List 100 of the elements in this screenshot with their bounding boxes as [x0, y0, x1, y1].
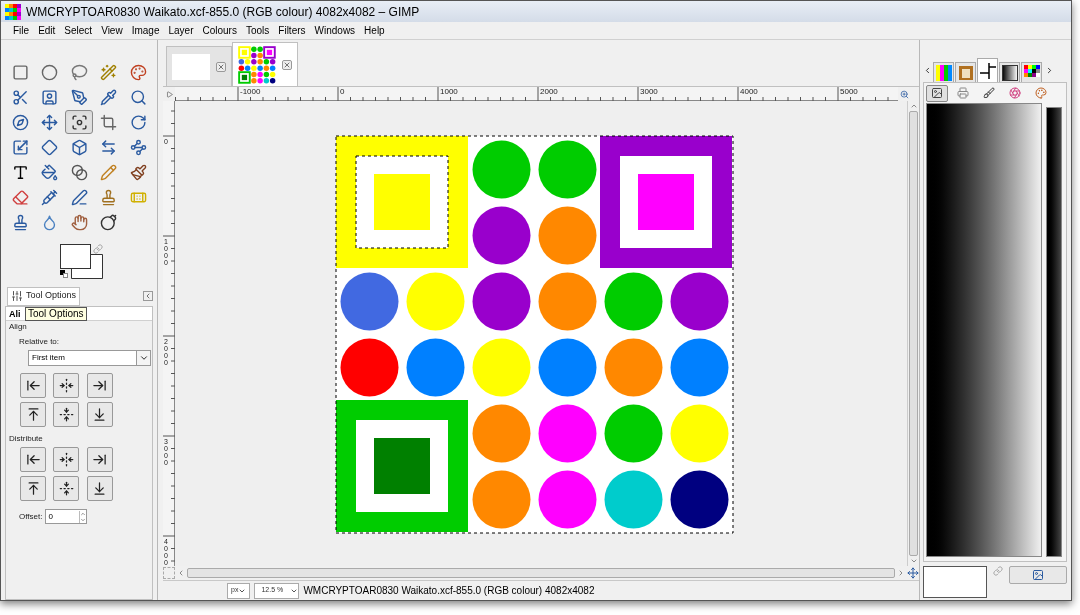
paintbrush-icon — [129, 163, 147, 181]
navigate-icon[interactable] — [907, 567, 919, 579]
fold-horizontal-icon — [58, 378, 74, 393]
close-icon — [217, 62, 225, 71]
tool-options-tab[interactable]: Tool Options — [7, 286, 81, 306]
align-button[interactable] — [20, 373, 46, 398]
menu-item[interactable]: Colours — [202, 23, 237, 38]
menu-item[interactable]: Layer — [168, 23, 194, 38]
menu-item[interactable]: Image — [131, 23, 160, 38]
scrollbar-thumb[interactable] — [909, 111, 918, 556]
field-label: Offset: — [19, 510, 43, 523]
menu-item[interactable]: File — [13, 23, 30, 38]
section-label: Align — [8, 321, 28, 333]
left-right-arrow-icon — [100, 138, 118, 156]
magic-wand-icon — [100, 63, 118, 81]
ruler-label: 1000 — [440, 87, 458, 96]
diamond-icon — [41, 138, 59, 156]
align-button[interactable] — [86, 476, 113, 501]
caret-icon — [138, 353, 149, 363]
ruler-label: 3000 — [640, 87, 658, 96]
dock-tab[interactable] — [977, 58, 998, 82]
menu-item[interactable]: Help — [364, 23, 385, 38]
sliders-icon — [11, 290, 23, 302]
app-icon — [5, 3, 21, 20]
box-icon — [70, 138, 88, 156]
ellipse-icon — [41, 63, 59, 81]
fold-vertical-icon — [58, 481, 74, 496]
menu-item[interactable]: Edit — [38, 23, 56, 38]
scale-icon — [11, 138, 29, 156]
syringe-icon — [41, 188, 59, 206]
stamp-icon — [100, 188, 118, 206]
waypoints-icon — [129, 138, 147, 156]
pen-icon — [70, 188, 88, 206]
rectangle-icon — [11, 63, 29, 81]
image-thumbnail[interactable] — [238, 45, 276, 84]
picture-frame-icon — [931, 87, 943, 99]
ruler-label: 5000 — [840, 87, 858, 96]
status-text: WMCRYPTOAR0830 Waikato.xcf-855.0 (RGB colour) 4082x4082 — [303, 584, 595, 598]
brush-icon — [983, 87, 995, 99]
align-button[interactable] — [20, 402, 46, 427]
tooltip: Tool Options — [25, 307, 87, 321]
align-button[interactable] — [86, 447, 113, 472]
scissors-icon — [11, 88, 29, 106]
field-label: Relative to: — [18, 336, 61, 348]
align-button[interactable] — [86, 373, 113, 398]
align-target-icon — [70, 113, 88, 131]
compass-icon — [11, 113, 29, 131]
swap-colors-icon[interactable] — [93, 244, 103, 254]
close-tab-button[interactable] — [282, 59, 292, 70]
paint-bucket-icon — [41, 163, 59, 181]
dock-tab[interactable] — [1021, 62, 1042, 82]
pattern-icon — [935, 64, 952, 81]
scroll-left-icon[interactable] — [923, 66, 932, 75]
default-colors-icon[interactable] — [60, 270, 68, 278]
offset-spin-field[interactable]: 0 — [45, 509, 88, 524]
search-icon — [129, 88, 147, 106]
background-color-swatch[interactable] — [71, 254, 103, 279]
line-corner-icon — [979, 62, 996, 79]
arrow-right-to-line-icon — [92, 452, 108, 467]
pencil-icon — [100, 163, 118, 181]
color-swatch[interactable] — [923, 566, 987, 598]
menu-item[interactable]: Windows — [314, 23, 356, 38]
ruler-label: 0 — [340, 87, 345, 96]
scroll-right-icon[interactable] — [1045, 66, 1054, 75]
dock-button[interactable] — [1009, 566, 1067, 584]
clipboard-icon — [957, 64, 974, 81]
dock-menu-button[interactable] — [143, 291, 153, 301]
align-button[interactable] — [20, 476, 46, 501]
section-label: Distribute — [8, 433, 44, 445]
menu-item[interactable]: Filters — [278, 23, 306, 38]
close-tab-button[interactable] — [216, 61, 226, 72]
lasso-icon — [70, 63, 88, 81]
palette-icon — [1035, 87, 1047, 99]
align-button[interactable] — [20, 447, 46, 472]
align-button[interactable] — [53, 402, 80, 427]
fold-horizontal-icon — [58, 452, 74, 467]
menu-item[interactable]: Select — [64, 23, 93, 38]
align-button[interactable] — [53, 447, 80, 472]
printer-icon — [957, 87, 969, 99]
menu-item[interactable]: Tools — [245, 23, 270, 38]
dock-tab[interactable] — [999, 62, 1020, 82]
dock-tab[interactable] — [926, 84, 948, 102]
ruler-label: 4000 — [740, 87, 758, 96]
align-button[interactable] — [53, 373, 80, 398]
pen-nib-icon — [70, 88, 88, 106]
picture-frame-icon — [1032, 569, 1044, 581]
align-button[interactable] — [53, 476, 80, 501]
menu-item[interactable]: View — [101, 23, 123, 38]
image-tab[interactable] — [232, 42, 298, 86]
triangle-icon — [165, 90, 173, 98]
align-button[interactable] — [86, 402, 113, 427]
relative-to-dropdown[interactable]: First item — [28, 350, 151, 366]
person-icon — [41, 88, 59, 106]
horizontal-scrollbar-thumb[interactable] — [187, 568, 895, 578]
tool-button[interactable] — [65, 110, 94, 134]
foreground-color-swatch[interactable] — [60, 244, 91, 269]
tab-label: Tool Options — [26, 289, 77, 303]
ruler-label: -1000 — [240, 87, 261, 96]
hand-icon — [70, 213, 88, 231]
arrow-left-to-line-icon — [25, 378, 41, 393]
